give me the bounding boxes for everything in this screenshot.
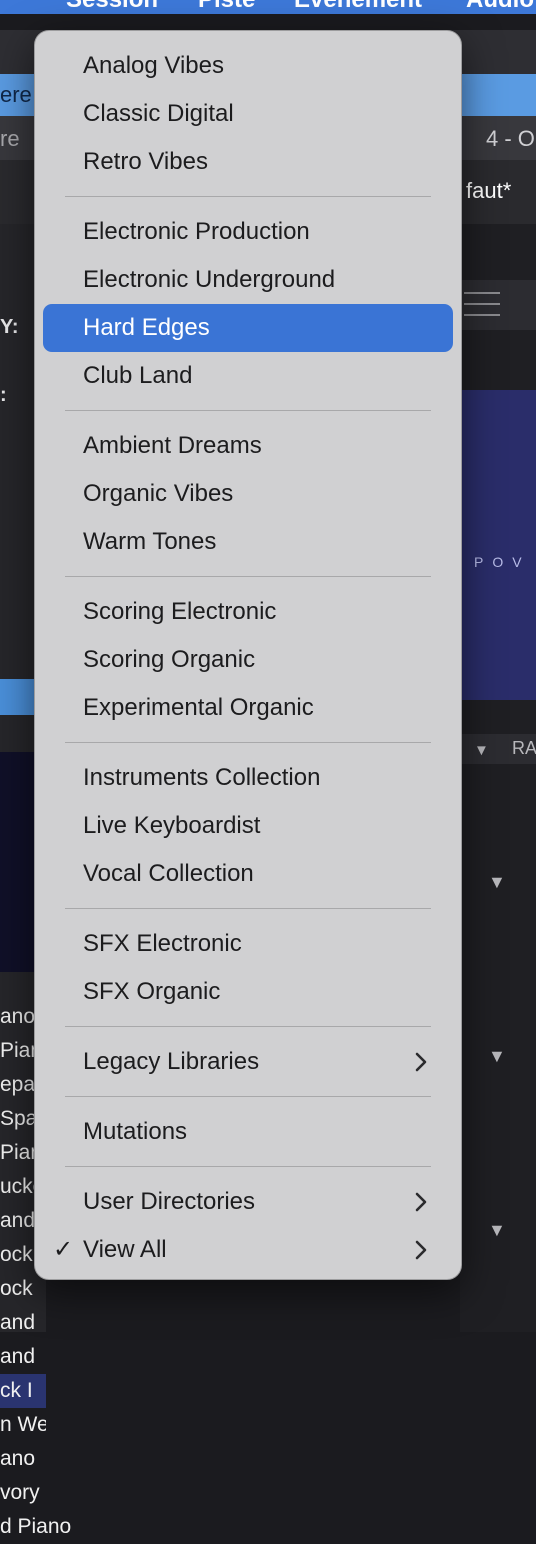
right-panel-header (460, 280, 536, 330)
chevron-right-icon (415, 1052, 427, 1072)
menu-item-label: Electronic Production (83, 218, 310, 245)
menu-item-label: Scoring Electronic (83, 598, 277, 625)
chevron-right-icon (415, 1192, 427, 1212)
list-item[interactable]: ck I (0, 1374, 46, 1408)
menu-separator (65, 410, 431, 411)
menu-item-label: Experimental Organic (83, 694, 314, 721)
menu-item-label: Organic Vibes (83, 480, 234, 507)
menu-item-user-directories[interactable]: User Directories (43, 1178, 453, 1226)
menu-item-label: Analog Vibes (83, 52, 224, 79)
menu-item-scoring-electronic[interactable]: Scoring Electronic (43, 588, 453, 636)
triangle-down-icon[interactable]: ▼ (474, 742, 489, 759)
menu-item-label: Hard Edges (83, 314, 210, 341)
menu-item-retro-vibes[interactable]: Retro Vibes (43, 138, 453, 186)
plugin-artwork: POV (460, 390, 536, 700)
menu-separator (65, 1096, 431, 1097)
menu-item-club-land[interactable]: Club Land (43, 352, 453, 400)
browser-right-panel: POV ▼ RA ▼ ▼ ▼ (460, 224, 536, 1332)
app-menubar: Session Piste Événement Audio (0, 0, 536, 14)
menu-item-label: Warm Tones (83, 528, 217, 555)
menu-item-warm-tones[interactable]: Warm Tones (43, 518, 453, 566)
list-item[interactable]: n We (0, 1408, 46, 1442)
triangle-down-icon[interactable]: ▼ (488, 872, 506, 893)
menu-item-label: Classic Digital (83, 100, 234, 127)
menu-separator (65, 196, 431, 197)
triangle-down-icon[interactable]: ▼ (488, 1046, 506, 1067)
menu-separator (65, 1026, 431, 1027)
menu-item-label: Club Land (83, 362, 193, 389)
left-field-label: : (0, 384, 7, 406)
menu-item-view-all[interactable]: ✓ View All (43, 1226, 453, 1274)
list-item[interactable]: ock (0, 1272, 46, 1306)
menu-item-live-keyboardist[interactable]: Live Keyboardist (43, 802, 453, 850)
menu-item-label: Ambient Dreams (83, 432, 262, 459)
menu-items-container: Analog Vibes Classic Digital Retro Vibes El… (35, 31, 461, 1274)
menu-item-label: SFX Electronic (83, 930, 242, 957)
menu-item-instruments-collection[interactable]: Instruments Collection (43, 754, 453, 802)
menu-item-analog-vibes[interactable]: Analog Vibes (43, 42, 453, 90)
menu-item-label: User Directories (83, 1188, 256, 1215)
hamburger-menu-icon[interactable] (464, 292, 500, 316)
triangle-down-icon[interactable]: ▼ (488, 1220, 506, 1241)
track-header-left-label: re (0, 126, 20, 151)
menu-item-label: Live Keyboardist (83, 812, 261, 839)
menu-item-label: Electronic Underground (83, 266, 336, 293)
menu-item-label: Legacy Libraries (83, 1048, 260, 1075)
menu-separator (65, 1166, 431, 1167)
list-item[interactable]: vory (0, 1476, 46, 1510)
left-field-label: Y: (0, 316, 19, 338)
menu-separator (65, 742, 431, 743)
library-popup-menu: Analog Vibes Classic Digital Retro Vibes El… (34, 30, 462, 1280)
menu-item-electronic-underground[interactable]: Electronic Underground (43, 256, 453, 304)
menu-item-label: Retro Vibes (83, 148, 208, 175)
menu-item-legacy-libraries[interactable]: Legacy Libraries (43, 1038, 453, 1086)
menu-item-sfx-electronic[interactable]: SFX Electronic (43, 920, 453, 968)
track-header-right-label: 4 - O (486, 126, 535, 151)
list-item[interactable]: d Piano (0, 1510, 71, 1544)
strip-label: ere (0, 82, 32, 107)
menu-item-hard-edges[interactable]: Hard Edges (43, 304, 453, 352)
menu-item-label: SFX Organic (83, 978, 221, 1005)
menu-item-ambient-dreams[interactable]: Ambient Dreams (43, 422, 453, 470)
list-item[interactable]: ano (0, 1442, 46, 1476)
checkmark-icon: ✓ (53, 1236, 74, 1263)
menubar-item-session[interactable]: Session (66, 0, 158, 14)
column-header: ▼ RA (460, 734, 536, 764)
chevron-right-icon (415, 1240, 427, 1260)
menu-separator (65, 908, 431, 909)
menu-item-label: Mutations (83, 1118, 188, 1145)
menu-item-label: Vocal Collection (83, 860, 254, 887)
menu-item-vocal-collection[interactable]: Vocal Collection (43, 850, 453, 898)
menu-item-scoring-organic[interactable]: Scoring Organic (43, 636, 453, 684)
menu-item-label: View All (83, 1236, 167, 1263)
preset-name: faut* (466, 178, 512, 203)
menubar-item-audio[interactable]: Audio (466, 0, 534, 14)
menu-item-label: Instruments Collection (83, 764, 321, 791)
menu-item-sfx-organic[interactable]: SFX Organic (43, 968, 453, 1016)
menu-item-mutations[interactable]: Mutations (43, 1108, 453, 1156)
plugin-artwork-label: POV (474, 554, 531, 570)
menu-item-classic-digital[interactable]: Classic Digital (43, 90, 453, 138)
menu-item-label: Scoring Organic (83, 646, 256, 673)
list-item[interactable]: and (0, 1340, 46, 1374)
list-item[interactable]: and (0, 1306, 46, 1340)
menu-item-electronic-production[interactable]: Electronic Production (43, 208, 453, 256)
menu-separator (65, 576, 431, 577)
menu-item-experimental-organic[interactable]: Experimental Organic (43, 684, 453, 732)
menubar-item-evenement[interactable]: Événement (294, 0, 422, 14)
menubar-item-piste[interactable]: Piste (198, 0, 255, 14)
menu-item-organic-vibes[interactable]: Organic Vibes (43, 470, 453, 518)
column-header-label[interactable]: RA (512, 738, 536, 759)
